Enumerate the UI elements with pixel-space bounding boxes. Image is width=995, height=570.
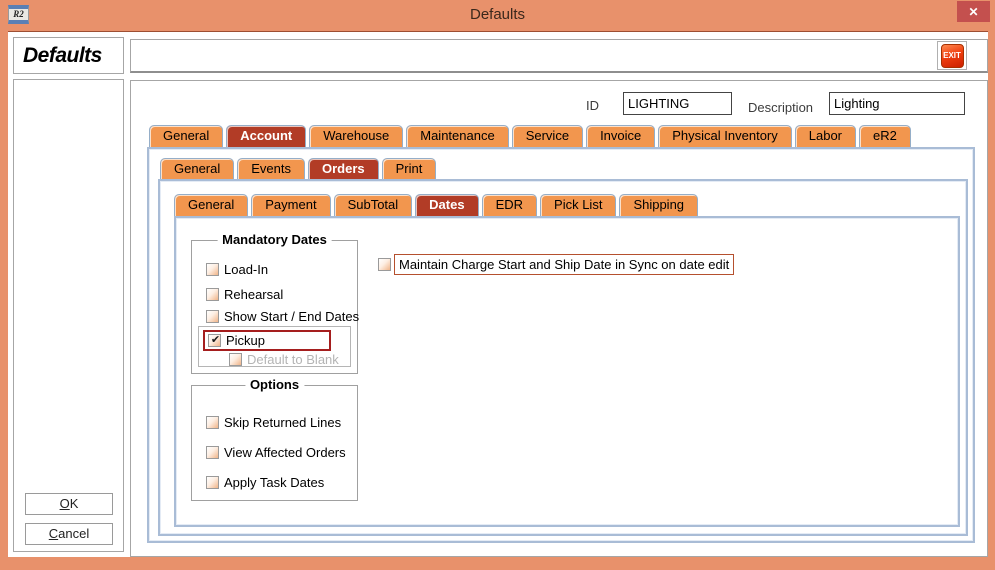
titlebar: R2 Defaults ✕ [0,0,995,30]
checkbox-skip-returned-lines[interactable] [206,416,219,429]
dates-tab-page: Mandatory Dates Load-In Rehearsal Show S… [174,216,960,527]
options-legend: Options [245,377,304,392]
account-tab-page: General Events Orders Print General Paym… [147,147,975,543]
checkbox-pickup-label: Pickup [226,333,265,348]
checkbox-view-affected-orders[interactable] [206,446,219,459]
tabs-level3: General Payment SubTotal Dates EDR Pick … [174,194,698,216]
description-input[interactable] [829,92,965,115]
cancel-button[interactable]: Cancel [25,523,113,545]
tab-print[interactable]: Print [382,158,437,180]
checkbox-default-to-blank[interactable] [229,353,242,366]
checkbox-maintain-sync[interactable] [378,258,391,271]
tab-dates[interactable]: Dates [415,194,478,216]
tab-edr[interactable]: EDR [482,194,537,216]
checkbox-default-to-blank-label: Default to Blank [247,352,339,367]
tab-subtotal[interactable]: SubTotal [334,194,413,216]
exit-button-frame: EXIT [937,41,967,70]
description-label: Description [748,100,813,115]
sidebar-panel: OK Cancel [13,79,124,552]
main-panel: ID Description General Account Warehouse… [130,80,988,557]
checkbox-apply-task-dates[interactable] [206,476,219,489]
tab-payment[interactable]: Payment [251,194,330,216]
tab-physical-inventory[interactable]: Physical Inventory [658,125,792,147]
checkbox-skip-returned-lines-label: Skip Returned Lines [224,415,341,430]
window-title: Defaults [0,6,995,23]
tab-pick-list[interactable]: Pick List [540,194,616,216]
checkbox-view-affected-orders-label: View Affected Orders [224,445,346,460]
tab-orders[interactable]: Orders [308,158,379,180]
close-button[interactable]: ✕ [957,1,990,22]
mandatory-dates-legend: Mandatory Dates [217,232,332,247]
tab-maintenance[interactable]: Maintenance [406,125,508,147]
tab-general-l2[interactable]: General [160,158,234,180]
tab-service[interactable]: Service [512,125,583,147]
checkbox-show-start-end-dates-label: Show Start / End Dates [224,309,359,324]
close-icon: ✕ [968,5,978,19]
orders-tab-page: General Payment SubTotal Dates EDR Pick … [158,179,968,536]
checkbox-rehearsal[interactable] [206,288,219,301]
tab-events[interactable]: Events [237,158,305,180]
tab-warehouse[interactable]: Warehouse [309,125,403,147]
checkbox-rehearsal-label: Rehearsal [224,287,283,302]
checkbox-apply-task-dates-label: Apply Task Dates [224,475,324,490]
toolbar: EXIT [130,39,988,73]
pickup-focus-rectangle [203,330,331,351]
mandatory-dates-group: Mandatory Dates Load-In Rehearsal Show S… [191,240,358,374]
checkbox-show-start-end-dates[interactable] [206,310,219,323]
checkbox-maintain-sync-label: Maintain Charge Start and Ship Date in S… [394,254,734,275]
id-input[interactable] [623,92,732,115]
exit-button[interactable]: EXIT [941,44,964,68]
tab-invoice[interactable]: Invoice [586,125,655,147]
tabs-level1: General Account Warehouse Maintenance Se… [149,125,911,147]
defaults-window: R2 Defaults ✕ Defaults OK Cancel EXIT ID… [0,0,995,570]
checkbox-load-in-label: Load-In [224,262,268,277]
tabs-level2: General Events Orders Print [160,158,436,180]
id-label: ID [586,98,599,113]
ok-button[interactable]: OK [25,493,113,515]
options-group: Options Skip Returned Lines View Affecte… [191,385,358,501]
checkbox-load-in[interactable] [206,263,219,276]
tab-shipping[interactable]: Shipping [619,194,698,216]
check-icon: ✔ [209,334,222,347]
tab-labor[interactable]: Labor [795,125,856,147]
page-title: Defaults [23,44,102,68]
tab-er2[interactable]: eR2 [859,125,911,147]
tab-general-l3[interactable]: General [174,194,248,216]
sidebar-title-box: Defaults [13,37,124,74]
checkbox-pickup[interactable]: ✔ [208,334,221,347]
tab-account[interactable]: Account [226,125,306,147]
tab-general-l1[interactable]: General [149,125,223,147]
